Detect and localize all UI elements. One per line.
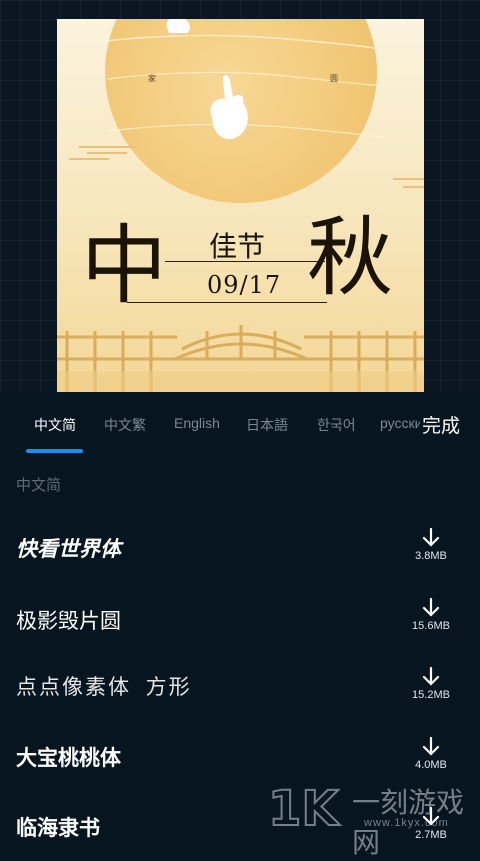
poster-line-bottom	[127, 302, 327, 303]
font-row[interactable]: 快看世界体 3.8MB	[0, 516, 480, 576]
poster-label-left: 家	[148, 74, 156, 83]
tab-zh-hans[interactable]: 中文简	[34, 415, 76, 435]
font-row[interactable]: 点点像素体 方形 15.2MB	[0, 655, 480, 715]
download-arrow-icon	[422, 667, 440, 686]
font-file-size: 4.0MB	[415, 759, 447, 771]
font-file-size: 15.2MB	[412, 689, 450, 701]
poster-decoration	[57, 19, 424, 392]
font-name: 极影毁片圆	[16, 609, 121, 633]
poster-subtitle: 佳节	[209, 230, 266, 263]
watermark-logo-icon: 1K	[268, 780, 341, 835]
download-arrow-icon	[422, 528, 440, 547]
tab-russian[interactable]: русски	[380, 415, 420, 431]
section-title: 中文简	[16, 477, 62, 494]
download-button[interactable]: 3.8MB	[406, 528, 456, 562]
tab-japanese[interactable]: 日本語	[246, 415, 288, 435]
poster-char-right: 秋	[307, 208, 393, 308]
watermark-url: www.1kyx.com	[364, 817, 449, 829]
poster-label-right: 圆	[330, 74, 338, 83]
tab-korean[interactable]: 한국어	[317, 415, 356, 435]
font-name: 临海隶书	[16, 815, 100, 840]
language-tabs: 中文简 中文繁 English 日本語 한국어 русски 完成	[0, 403, 480, 453]
font-row[interactable]: 大宝桃桃体 4.0MB	[0, 725, 480, 785]
font-file-size: 3.8MB	[415, 550, 447, 562]
font-name: 点点像素体 方形	[16, 675, 192, 699]
tab-zh-hant[interactable]: 中文繁	[104, 415, 146, 435]
download-button[interactable]: 15.6MB	[406, 598, 456, 632]
font-file-size: 15.6MB	[412, 620, 450, 632]
font-row[interactable]: 极影毁片圆 15.6MB	[0, 586, 480, 646]
font-name: 大宝桃桃体	[16, 746, 121, 770]
svg-text:1K: 1K	[268, 781, 340, 835]
watermark: 1K 一刻游戏网 www.1kyx.com	[268, 779, 476, 859]
poster-char-left: 中	[81, 216, 167, 316]
font-name: 快看世界体	[16, 537, 121, 561]
download-arrow-icon	[422, 598, 440, 617]
active-tab-indicator	[26, 449, 83, 453]
font-preview-poster: 家 圆 中 秋 佳节 09/17	[57, 19, 424, 392]
poster-date: 09/17	[207, 271, 282, 299]
done-button[interactable]: 完成	[422, 411, 460, 438]
download-button[interactable]: 4.0MB	[406, 737, 456, 771]
download-arrow-icon	[422, 737, 440, 756]
download-button[interactable]: 15.2MB	[406, 667, 456, 701]
tab-english[interactable]: English	[174, 415, 220, 431]
